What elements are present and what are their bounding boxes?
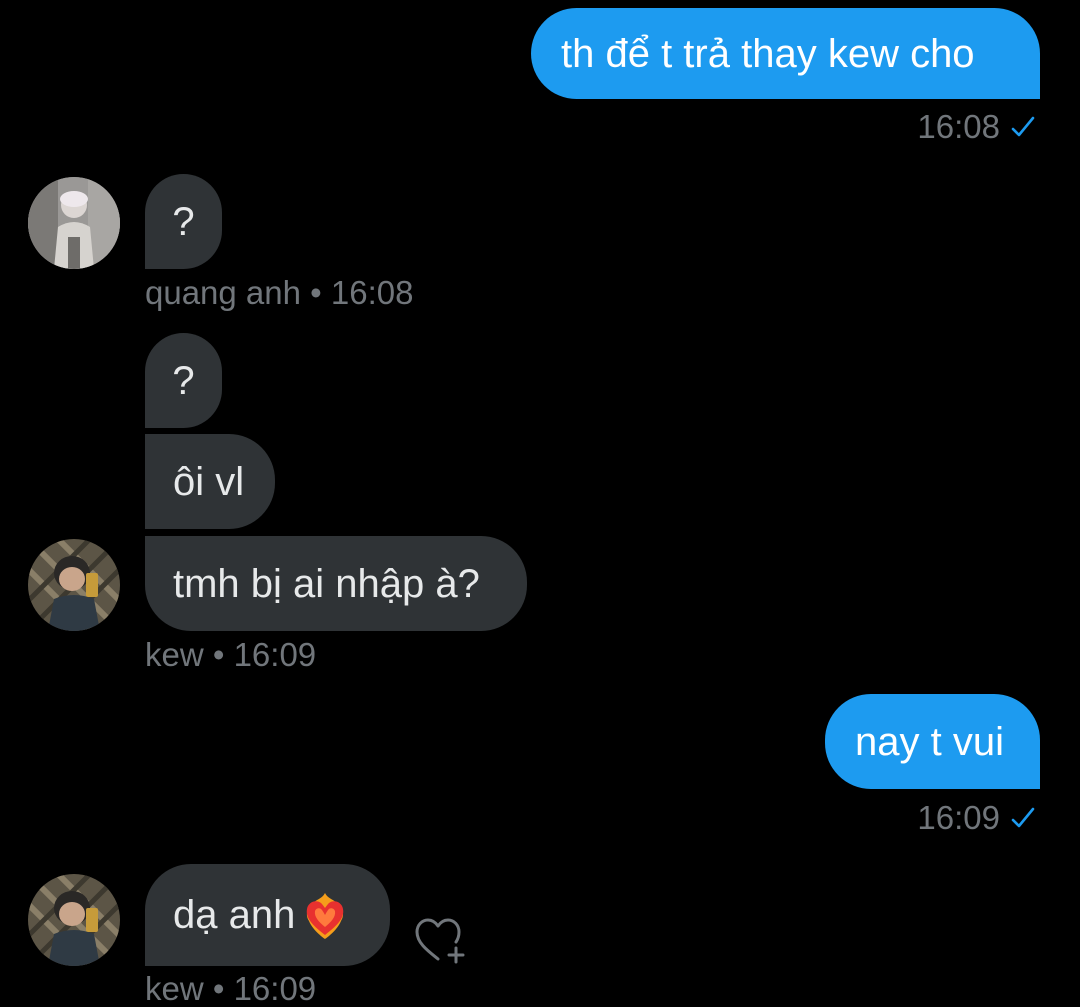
message-bubble-incoming[interactable]: ôi vl <box>145 434 275 529</box>
message-text: dạ anh <box>173 893 296 937</box>
message-meta: 16:09 <box>917 801 1036 834</box>
check-icon <box>1010 114 1036 140</box>
sender-timestamp: quang anh • 16:08 <box>145 274 414 311</box>
message-bubble-incoming[interactable]: tmh bị ai nhập à? <box>145 536 527 631</box>
message-meta: kew • 16:09 <box>145 972 316 1005</box>
message-text: nay t vui <box>855 719 1004 764</box>
message-bubble-incoming[interactable]: dạ anh <box>145 864 390 966</box>
message-text: ôi vl <box>173 459 245 504</box>
sender-timestamp: kew • 16:09 <box>145 970 317 1007</box>
message-text: tmh bị ai nhập à? <box>173 561 480 606</box>
message-bubble-incoming[interactable]: ? <box>145 333 222 428</box>
message-meta: kew • 16:09 <box>145 638 316 671</box>
message-text: ? <box>172 199 195 244</box>
message-meta: quang anh • 16:08 <box>145 276 413 309</box>
timestamp: 16:09 <box>917 799 1000 836</box>
avatar-kew[interactable] <box>28 539 120 631</box>
message-text: th để t trả thay kew cho <box>561 31 975 76</box>
avatar-quang-anh[interactable] <box>28 177 120 269</box>
sender-timestamp: kew • 16:09 <box>145 636 317 673</box>
message-bubble-outgoing[interactable]: nay t vui <box>825 694 1040 789</box>
heart-plus-icon[interactable] <box>414 915 468 965</box>
message-bubble-incoming[interactable]: ? <box>145 174 222 269</box>
check-icon <box>1010 805 1036 831</box>
timestamp: 16:08 <box>917 108 1000 145</box>
message-meta: 16:08 <box>917 110 1036 143</box>
message-text: ? <box>172 358 195 403</box>
heart-on-fire-icon <box>297 887 353 943</box>
avatar-kew[interactable] <box>28 874 120 966</box>
message-bubble-outgoing[interactable]: th để t trả thay kew cho <box>531 8 1040 99</box>
